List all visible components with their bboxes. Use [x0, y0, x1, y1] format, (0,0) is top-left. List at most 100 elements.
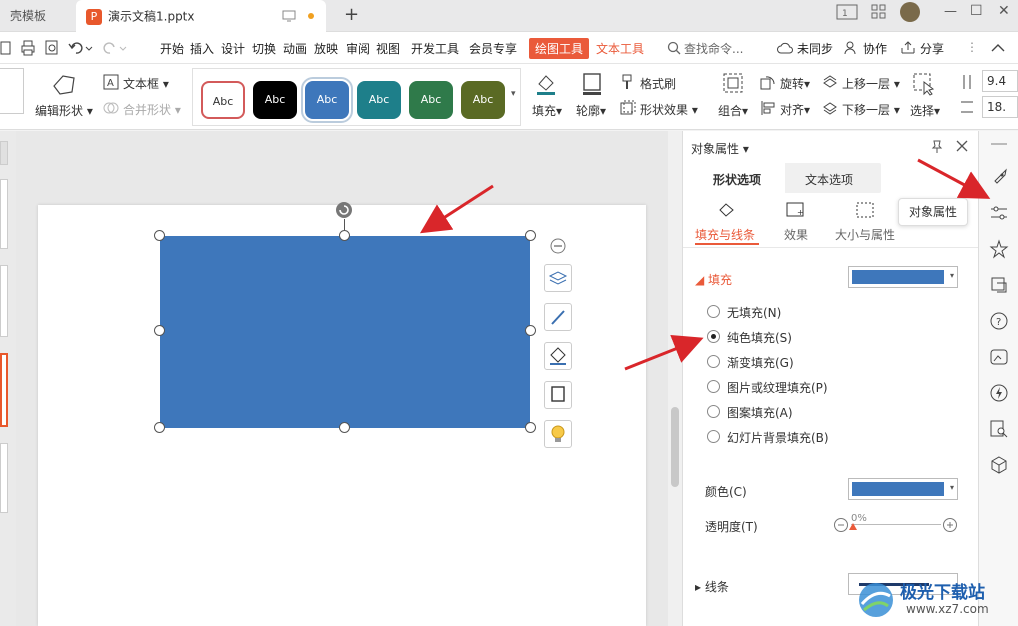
drawing-tools-tab[interactable]: 绘图工具: [529, 38, 590, 59]
canvas-scrollbar[interactable]: [668, 131, 682, 626]
align-button[interactable]: 对齐▾: [780, 101, 810, 118]
fill-option-radio[interactable]: [707, 330, 720, 343]
close-panel-icon[interactable]: [956, 140, 968, 152]
subtab-effect[interactable]: 效果: [784, 226, 808, 243]
rotate-button[interactable]: 旋转▾: [780, 75, 810, 92]
fill-option-radio[interactable]: [707, 430, 720, 443]
close-button[interactable]: ✕: [998, 3, 1010, 19]
resize-handle[interactable]: [525, 422, 536, 433]
resize-handle[interactable]: [525, 230, 536, 241]
pin-icon[interactable]: [931, 140, 943, 154]
fill-color-dropdown[interactable]: ▾: [848, 266, 958, 288]
slide-thumbnail[interactable]: [0, 265, 8, 337]
fill-option-label[interactable]: 幻灯片背景填充(B): [727, 429, 829, 446]
format-brush-button[interactable]: 格式刷: [640, 75, 676, 92]
collaborate-button[interactable]: 协作: [863, 40, 887, 57]
slide-thumbnail[interactable]: [0, 179, 8, 249]
group-button[interactable]: 组合▾: [718, 102, 748, 119]
slide-thumbnail-strip[interactable]: [0, 131, 16, 626]
layout-icon[interactable]: 1: [836, 4, 858, 20]
send-backward-button[interactable]: 下移一层 ▾: [842, 101, 900, 118]
selected-rectangle-shape[interactable]: [160, 236, 530, 428]
tab-text-options[interactable]: 文本选项: [805, 171, 853, 188]
style-swatch-green[interactable]: Abc: [409, 81, 453, 119]
menu-item[interactable]: 切换: [252, 40, 276, 57]
redo-icon[interactable]: [102, 40, 128, 56]
lightning-icon[interactable]: [989, 383, 1009, 403]
slide-thumbnail[interactable]: [0, 443, 8, 513]
resize-handle[interactable]: [154, 230, 165, 241]
fill-option-radio[interactable]: [707, 355, 720, 368]
subtab-fill-line[interactable]: 填充与线条: [695, 226, 755, 243]
fill-option-radio[interactable]: [707, 380, 720, 393]
fill-option-label[interactable]: 纯色填充(S): [727, 329, 792, 346]
resize-handle[interactable]: [339, 230, 350, 241]
resize-handle[interactable]: [154, 422, 165, 433]
height-input[interactable]: 9.4: [982, 70, 1018, 92]
resize-handle[interactable]: [154, 325, 165, 336]
avatar[interactable]: [900, 2, 920, 22]
slider-thumb-icon[interactable]: [849, 523, 857, 530]
menu-item[interactable]: 插入: [190, 40, 214, 57]
cube-icon[interactable]: [989, 455, 1009, 475]
outline-button[interactable]: 轮廓▾: [576, 102, 606, 119]
object-properties-icon[interactable]: [989, 203, 1009, 223]
tab-template[interactable]: 壳模板: [0, 0, 74, 32]
print-icon[interactable]: [20, 40, 36, 56]
menu-item[interactable]: 动画: [283, 40, 307, 57]
transparency-slider[interactable]: [851, 524, 941, 525]
fill-section-header[interactable]: ◢ 填充: [695, 271, 732, 288]
more-menu-icon[interactable]: ⋮: [966, 40, 978, 54]
menu-item[interactable]: 会员专享: [469, 40, 517, 57]
minimize-button[interactable]: —: [944, 4, 957, 19]
gallery-more-icon[interactable]: ▾: [511, 89, 516, 99]
style-swatch-black[interactable]: Abc: [253, 81, 297, 119]
menu-item[interactable]: 审阅: [346, 40, 370, 57]
select-button[interactable]: 选择▾: [910, 102, 940, 119]
unsync-button[interactable]: 未同步: [797, 40, 833, 57]
style-swatch-outline[interactable]: Abc: [201, 81, 245, 119]
tab-document[interactable]: P 演示文稿1.pptx: [76, 0, 326, 32]
menu-item[interactable]: 设计: [221, 40, 245, 57]
bring-forward-button[interactable]: 上移一层 ▾: [842, 75, 900, 92]
increase-icon[interactable]: [942, 517, 958, 533]
transition-icon[interactable]: [989, 275, 1009, 295]
fill-button[interactable]: 填充▾: [532, 102, 562, 119]
subtab-size[interactable]: 大小与属性: [835, 226, 895, 243]
layers-tool[interactable]: [544, 264, 572, 292]
open-file-icon[interactable]: [0, 41, 12, 55]
decrease-icon[interactable]: [833, 517, 849, 533]
fill-option-label[interactable]: 无填充(N): [727, 304, 781, 321]
edit-shape-button[interactable]: 编辑形状 ▾: [35, 102, 93, 119]
search-document-icon[interactable]: [989, 419, 1009, 439]
fill-option-radio[interactable]: [707, 405, 720, 418]
rotate-handle-icon[interactable]: [335, 201, 353, 219]
fill-option-radio[interactable]: [707, 305, 720, 318]
thumbnail-tab[interactable]: [0, 141, 8, 165]
star-icon[interactable]: [989, 239, 1009, 259]
smart-idea-tool[interactable]: [544, 420, 572, 448]
print-preview-icon[interactable]: [44, 40, 60, 56]
menu-item[interactable]: 放映: [314, 40, 338, 57]
menu-item[interactable]: 开发工具: [411, 40, 459, 57]
share-button[interactable]: 分享: [920, 40, 944, 57]
menu-item[interactable]: 视图: [376, 40, 400, 57]
fill-option-label[interactable]: 图片或纹理填充(P): [727, 379, 828, 396]
text-tools-tab[interactable]: 文本工具: [596, 40, 644, 57]
pen-tool[interactable]: [544, 303, 572, 331]
new-tab-button[interactable]: +: [334, 0, 369, 32]
style-swatch-teal[interactable]: Abc: [357, 81, 401, 119]
collapse-ribbon-icon[interactable]: [991, 43, 1005, 53]
line-section-header[interactable]: ▸ 线条: [695, 578, 729, 595]
undo-icon[interactable]: [68, 40, 94, 56]
fill-option-label[interactable]: 渐变填充(G): [727, 354, 794, 371]
slide-thumbnail-selected[interactable]: [0, 353, 8, 427]
merge-shape-button[interactable]: 合并形状 ▾: [123, 101, 181, 118]
color-dropdown[interactable]: ▾: [848, 478, 958, 500]
fill-option-label[interactable]: 图案填充(A): [727, 404, 793, 421]
textbox-button[interactable]: 文本框 ▾: [123, 75, 169, 92]
grid-icon[interactable]: [871, 4, 887, 20]
resize-handle[interactable]: [525, 325, 536, 336]
monitor-icon[interactable]: [282, 10, 296, 22]
help-icon[interactable]: ?: [989, 311, 1009, 331]
